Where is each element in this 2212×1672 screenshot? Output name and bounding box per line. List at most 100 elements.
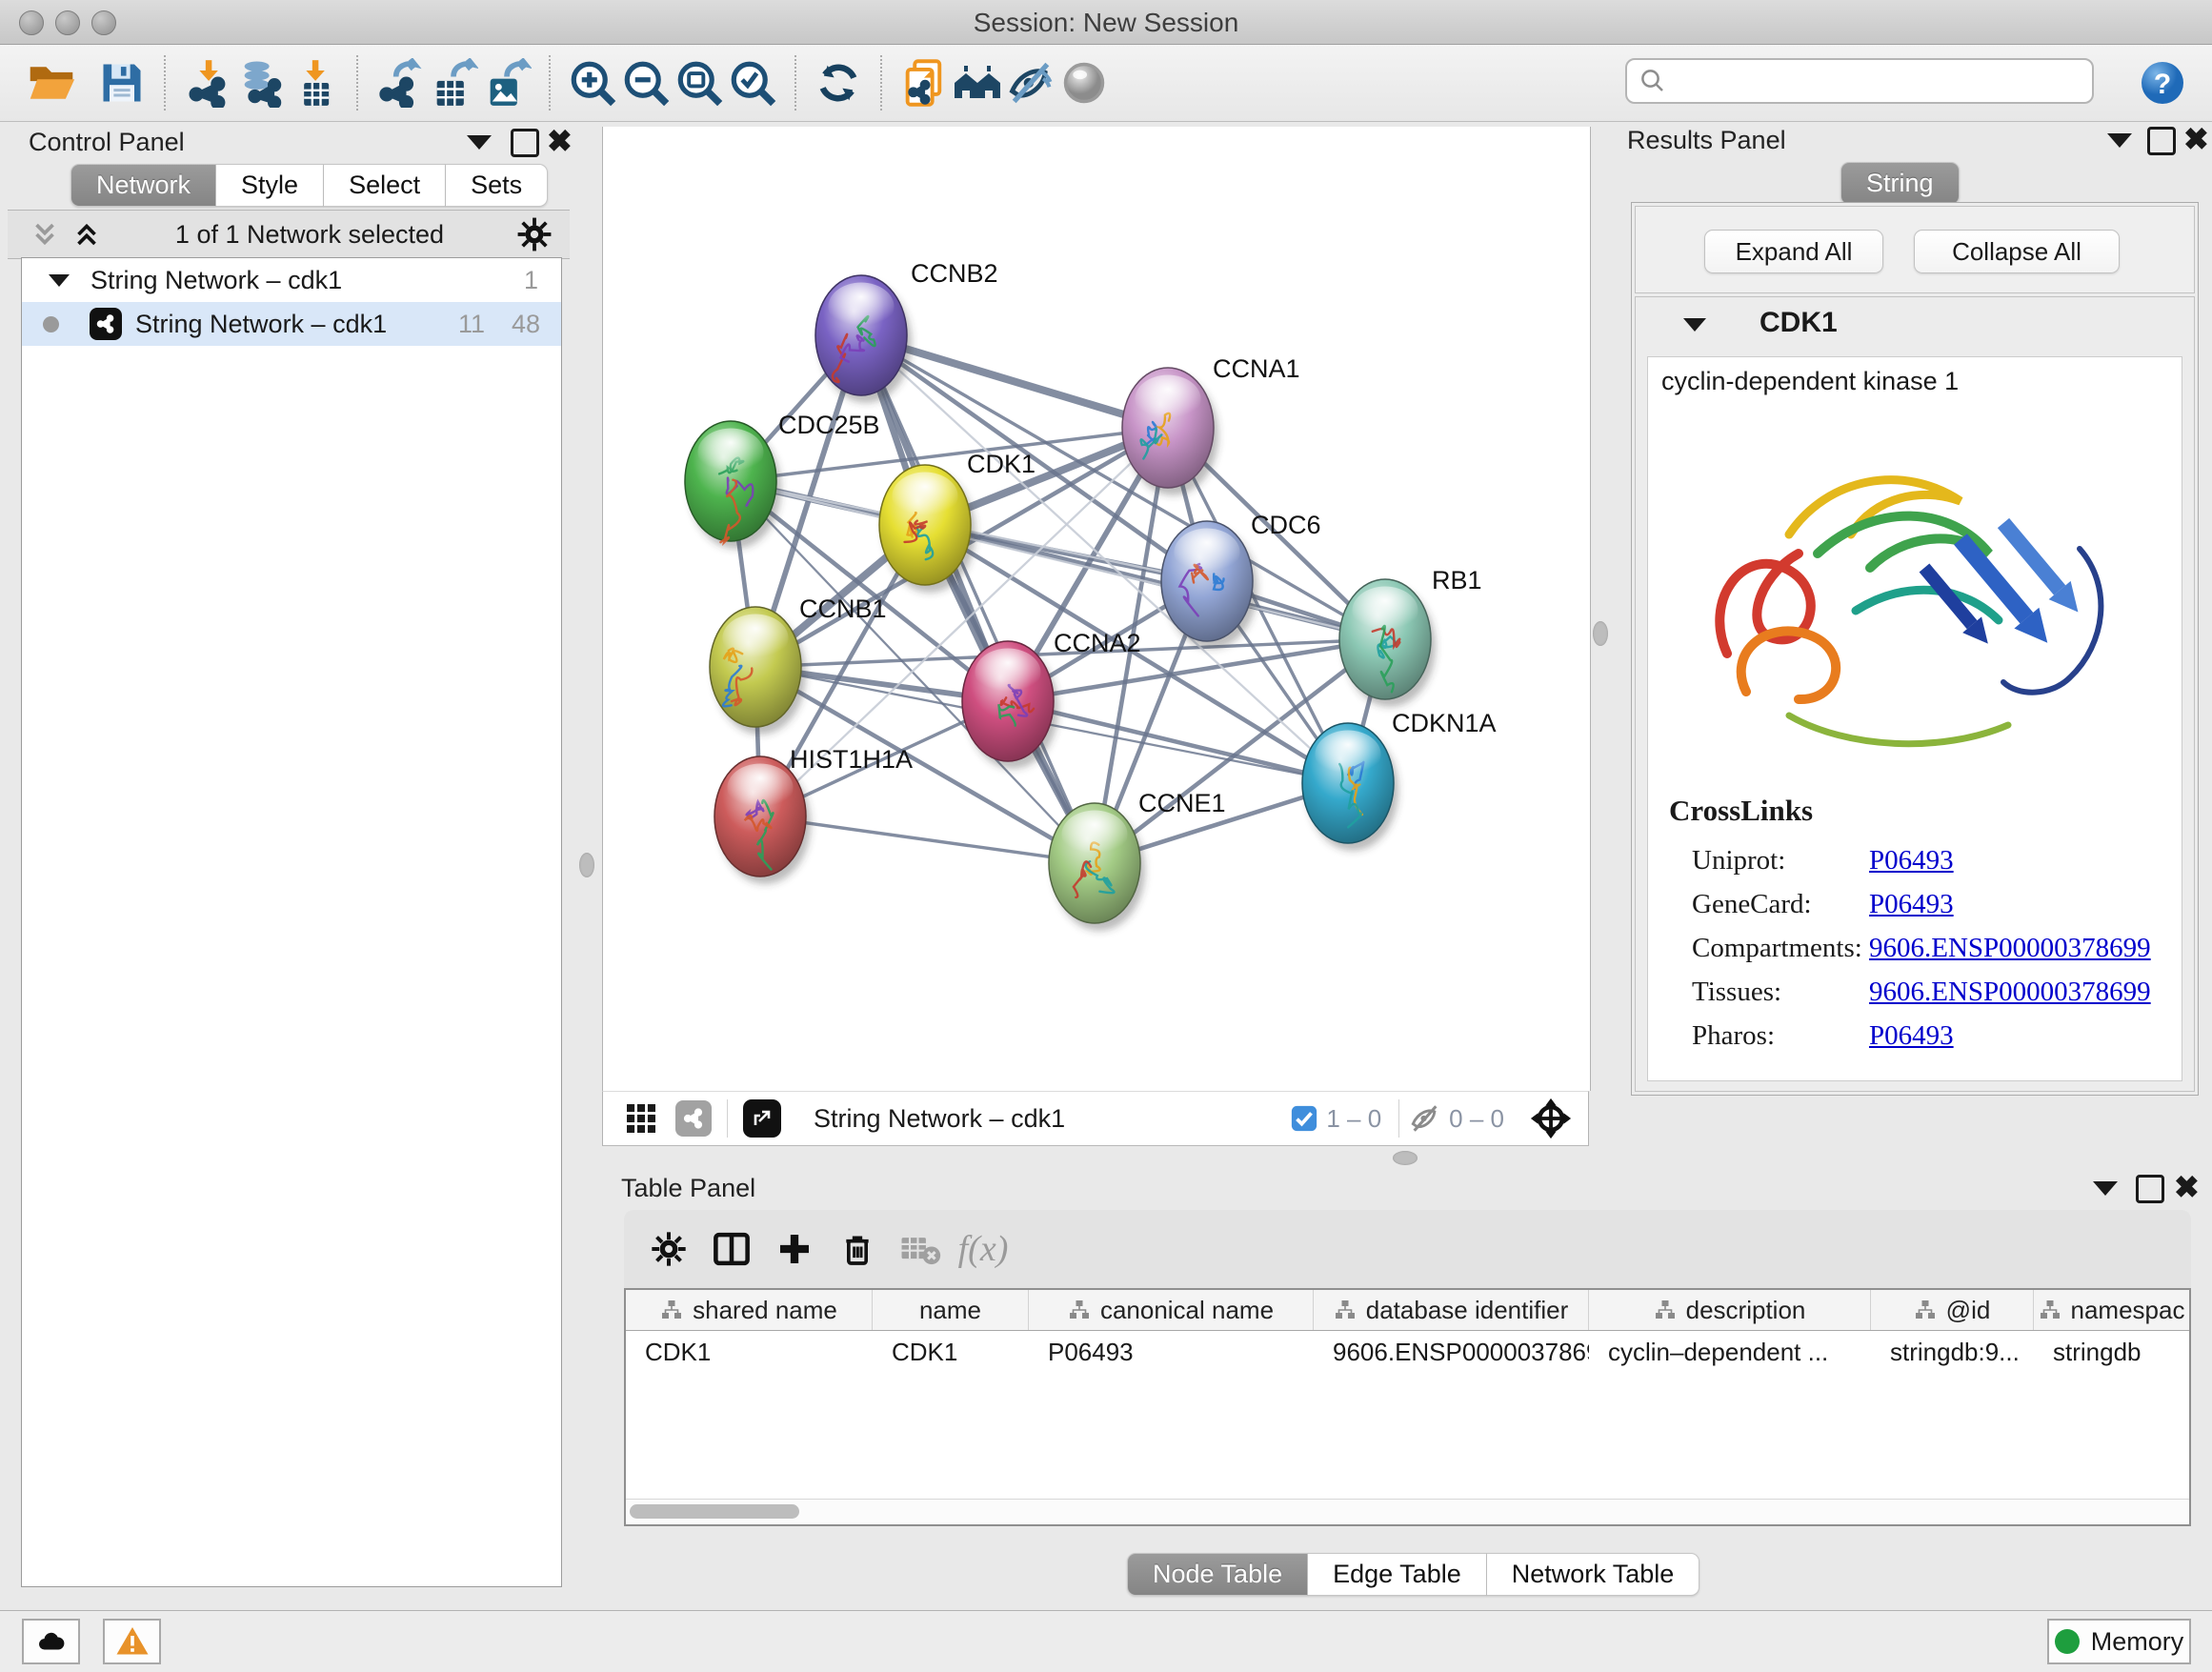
column-header[interactable]: shared name — [626, 1290, 873, 1330]
show-all-button[interactable] — [1057, 56, 1111, 110]
network-collection-row[interactable]: String Network – cdk1 1 — [22, 258, 561, 302]
import-table-button[interactable] — [288, 56, 341, 110]
show-columns-button[interactable] — [700, 1222, 763, 1276]
protein-node-CDC6[interactable]: CDC6 — [1161, 511, 1321, 649]
apply-layout-button[interactable] — [812, 56, 865, 110]
tab-select[interactable]: Select — [324, 164, 446, 207]
left-splitter-handle[interactable] — [579, 853, 594, 877]
expand-all-button[interactable]: Expand All — [1704, 230, 1883, 273]
crosslink-pharos-link[interactable]: P06493 — [1869, 1020, 1954, 1052]
column-header[interactable]: database identifier — [1314, 1290, 1589, 1330]
crosslink-compartments-link[interactable]: 9606.ENSP00000378699 — [1869, 933, 2151, 964]
protein-node-RB1[interactable]: RB1 — [1339, 566, 1482, 707]
grid-mode-icon[interactable] — [624, 1101, 658, 1136]
column-header[interactable]: canonical name — [1029, 1290, 1314, 1330]
detach-view-button[interactable] — [743, 1099, 781, 1138]
table-panel-close-icon[interactable]: ✖ — [2174, 1176, 2200, 1199]
add-column-button[interactable] — [763, 1222, 826, 1276]
protein-node-CCNB2[interactable]: CCNB2 — [815, 259, 998, 403]
string-view-icon[interactable] — [675, 1100, 712, 1137]
protein-node-HIST1H1A[interactable]: HIST1H1A — [714, 745, 913, 884]
zoom-in-button[interactable] — [566, 56, 619, 110]
protein-node-CDKN1A[interactable]: CDKN1A — [1302, 709, 1497, 851]
network-canvas[interactable]: CCNB2CCNA1CDC25BCDK1CDC6RB1CCNB1CCNA2CDK… — [602, 127, 1591, 1091]
export-image-button[interactable] — [480, 56, 533, 110]
export-table-button[interactable] — [427, 56, 480, 110]
duplicate-network-button[interactable] — [897, 56, 951, 110]
zoom-selected-button[interactable] — [726, 56, 779, 110]
zoom-out-button[interactable] — [619, 56, 673, 110]
tab-sets[interactable]: Sets — [446, 164, 548, 207]
tab-string[interactable]: String — [1840, 162, 1960, 205]
right-splitter-handle[interactable] — [1593, 621, 1608, 646]
tab-edge-table[interactable]: Edge Table — [1308, 1553, 1487, 1596]
protein-node-CCNA1[interactable]: CCNA1 — [1122, 354, 1300, 495]
memory-status-button[interactable]: Memory — [2047, 1619, 2191, 1664]
crosslink-label: Tissues: — [1692, 977, 1781, 1008]
save-session-button[interactable] — [95, 56, 149, 110]
plus-icon — [775, 1230, 814, 1268]
eye-slash-icon — [1006, 58, 1056, 108]
expand-all-icon[interactable] — [70, 218, 103, 251]
birds-eye-icon[interactable] — [1529, 1097, 1573, 1140]
cloud-status-button[interactable] — [22, 1619, 80, 1664]
collapse-all-icon[interactable] — [29, 218, 61, 251]
search-input[interactable] — [1667, 66, 2081, 97]
gear-icon[interactable] — [516, 216, 553, 252]
scrollbar-thumb[interactable] — [630, 1504, 799, 1519]
function-builder-button[interactable]: f(x) — [952, 1222, 1015, 1276]
tab-network-table[interactable]: Network Table — [1487, 1553, 1700, 1596]
import-network-button[interactable] — [181, 56, 234, 110]
table-panel-menu-icon[interactable] — [2093, 1181, 2118, 1196]
crosslink-tissues-link[interactable]: 9606.ENSP00000378699 — [1869, 977, 2151, 1008]
column-header[interactable]: name — [873, 1290, 1029, 1330]
column-header[interactable]: description — [1589, 1290, 1871, 1330]
bottom-splitter-handle[interactable] — [1393, 1151, 1418, 1165]
table-row[interactable]: CDK1 CDK1 P06493 9606.ENSP00000378699 cy… — [626, 1331, 2189, 1373]
hidden-eye-icon[interactable] — [1409, 1102, 1441, 1135]
crosslink-uniprot-link[interactable]: P06493 — [1869, 845, 1954, 876]
results-panel-float-icon[interactable] — [2147, 127, 2176, 155]
results-panel-close-icon[interactable]: ✖ — [2183, 128, 2209, 151]
collapse-all-button[interactable]: Collapse All — [1914, 230, 2120, 273]
first-neighbors-button[interactable] — [951, 56, 1004, 110]
node-table: shared name name canonical name database… — [624, 1288, 2191, 1526]
hide-selected-button[interactable] — [1004, 56, 1057, 110]
table-horizontal-scrollbar[interactable] — [626, 1499, 2189, 1524]
collection-expander-icon[interactable] — [49, 274, 70, 287]
control-panel-close-icon[interactable]: ✖ — [547, 130, 573, 152]
zoom-fit-button[interactable] — [673, 56, 726, 110]
selected-checkbox-icon[interactable] — [1290, 1104, 1318, 1133]
protein-node-CDK1[interactable]: CDK1 — [879, 450, 1036, 593]
protein-node-CDC25B[interactable]: CDC25B — [685, 411, 880, 549]
tab-network[interactable]: Network — [70, 164, 216, 207]
help-button[interactable]: ? — [2140, 60, 2185, 106]
network-graph[interactable]: CCNB2CCNA1CDC25BCDK1CDC6RB1CCNB1CCNA2CDK… — [603, 127, 1590, 1091]
delete-column-button[interactable] — [826, 1222, 889, 1276]
node-label-CDC6: CDC6 — [1251, 511, 1321, 539]
table-options-button[interactable] — [637, 1222, 700, 1276]
cell-shared-name: CDK1 — [626, 1338, 873, 1367]
column-header[interactable]: namespac — [2034, 1290, 2189, 1330]
network-row-selected[interactable]: String Network – cdk1 11 48 — [22, 302, 561, 346]
tab-node-table[interactable]: Node Table — [1127, 1553, 1308, 1596]
results-panel-menu-icon[interactable] — [2107, 133, 2132, 148]
protein-expander-icon[interactable] — [1683, 318, 1706, 332]
open-session-button[interactable] — [25, 56, 78, 110]
gray-sphere-icon — [1059, 58, 1109, 108]
table-panel-float-icon[interactable] — [2136, 1175, 2164, 1203]
warning-status-button[interactable] — [103, 1619, 161, 1664]
export-network-button[interactable] — [373, 56, 427, 110]
import-network-from-database-button[interactable] — [234, 56, 288, 110]
tab-style[interactable]: Style — [216, 164, 324, 207]
svg-text:?: ? — [2154, 69, 2171, 100]
protein-node-CCNE1[interactable]: CCNE1 — [1049, 789, 1226, 931]
crosslink-genecard-link[interactable]: P06493 — [1869, 889, 1954, 920]
column-header[interactable]: @id — [1871, 1290, 2034, 1330]
control-panel-float-icon[interactable] — [511, 129, 539, 157]
delete-table-button[interactable] — [889, 1222, 952, 1276]
node-label-CCNE1: CCNE1 — [1138, 789, 1226, 817]
cell-database-identifier: 9606.ENSP00000378699 — [1314, 1338, 1589, 1367]
protein-node-CCNB1[interactable]: CCNB1 — [710, 594, 887, 735]
control-panel-menu-icon[interactable] — [467, 135, 492, 150]
